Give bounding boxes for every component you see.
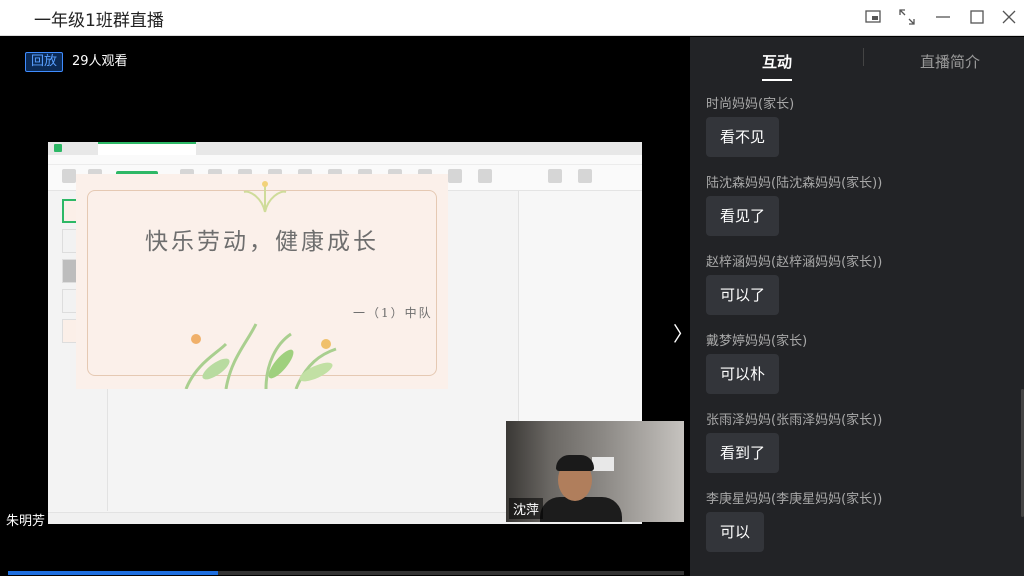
chat-message: 李庚星妈妈(李庚星妈妈(家长)) 可以 [690,488,1024,567]
webcam-person-body [540,497,622,522]
slide-title: 快乐劳动，健康成长 [145,229,379,255]
shared-screen-tabbar [48,142,642,155]
app-logo-icon [54,144,62,152]
tab-live-intro[interactable]: 直播简介 [920,51,980,72]
title-bar: 一年级1班群直播 [0,0,1024,36]
chat-bubble: 看不见 [706,117,780,157]
chat-sender-name: 张雨泽妈妈(张雨泽妈妈(家长)) [706,413,883,428]
chat-bubble: 看到了 [706,433,780,473]
side-panel: 互动 直播简介 时尚妈妈(家长) 看不见 陆沈森妈妈(陆沈森妈妈(家长)) 看见… [690,37,1024,576]
chat-message: 赵梓涵妈妈(赵梓涵妈妈(家长)) 可以了 [690,251,1024,330]
chat-bubble: 可以 [706,512,765,552]
close-icon[interactable] [998,6,1020,28]
presentation-slide: 快乐劳动，健康成长 一（1）中队 [76,174,448,389]
chat-message: 戴梦婷妈妈(家长) 可以朴 [690,330,1024,409]
chat-message: 时尚妈妈(家长) 看不见 [690,93,1024,172]
ribbon-icon [478,169,492,183]
viewer-count: 29人观看 [72,54,128,69]
ribbon-icon [578,169,592,183]
presenter-name: 朱明芳 [3,509,49,530]
ribbon-icon [62,169,76,183]
picture-in-picture-icon[interactable] [862,6,884,28]
maximize-icon[interactable] [966,6,988,28]
shared-screen-menu [48,155,642,165]
webcam-participant-name: 沈萍 [509,498,544,519]
ribbon-icon [548,169,562,183]
progress-bar[interactable] [8,571,684,575]
window-title: 一年级1班群直播 [34,11,164,31]
chat-message: 张雨泽妈妈(张雨泽妈妈(家长)) 看到了 [690,409,1024,488]
replay-badge: 回放 [25,52,64,72]
chat-sender-name: 赵梓涵妈妈(赵梓涵妈妈(家长)) [706,255,883,270]
chat-bubble: 可以了 [706,275,780,315]
leaf-decoration-icon [243,181,287,213]
chat-bubble: 看见了 [706,196,780,236]
active-tab-indicator [762,79,792,81]
webcam-person-hair [556,455,594,471]
chat-message-list[interactable]: 时尚妈妈(家长) 看不见 陆沈森妈妈(陆沈森妈妈(家长)) 看见了 赵梓涵妈妈(… [690,93,1024,567]
chat-bubble: 可以朴 [706,354,780,394]
chat-sender-name: 时尚妈妈(家长) [706,97,795,112]
video-player[interactable]: 回放 29人观看 快乐劳动，健康成长 一（1）中队 沈萍 朱明芳 〉 [0,37,693,576]
fullscreen-icon[interactable] [896,6,918,28]
progress-fill [8,571,218,575]
shared-screen-tab [98,142,196,155]
side-panel-tabs: 互动 直播简介 [690,37,1024,85]
ribbon-icon [448,169,462,183]
chat-sender-name: 陆沈森妈妈(陆沈森妈妈(家长)) [706,176,883,191]
live-stream-window: 一年级1班群直播 回放 29人观看 快乐劳动，健康成长 一（1）中队 沈萍 朱明… [0,0,1024,576]
chat-message: 陆沈森妈妈(陆沈森妈妈(家长)) 看见了 [690,172,1024,251]
plant-decoration-icon [184,323,337,389]
chat-sender-name: 李庚星妈妈(李庚星妈妈(家长)) [706,492,883,507]
minimize-icon[interactable] [932,6,954,28]
webcam-feed[interactable]: 沈萍 [506,421,684,522]
tab-divider [863,48,864,66]
webcam-wall-object [592,457,614,471]
tab-interaction[interactable]: 互动 [762,51,792,72]
chat-sender-name: 戴梦婷妈妈(家长) [706,334,808,349]
